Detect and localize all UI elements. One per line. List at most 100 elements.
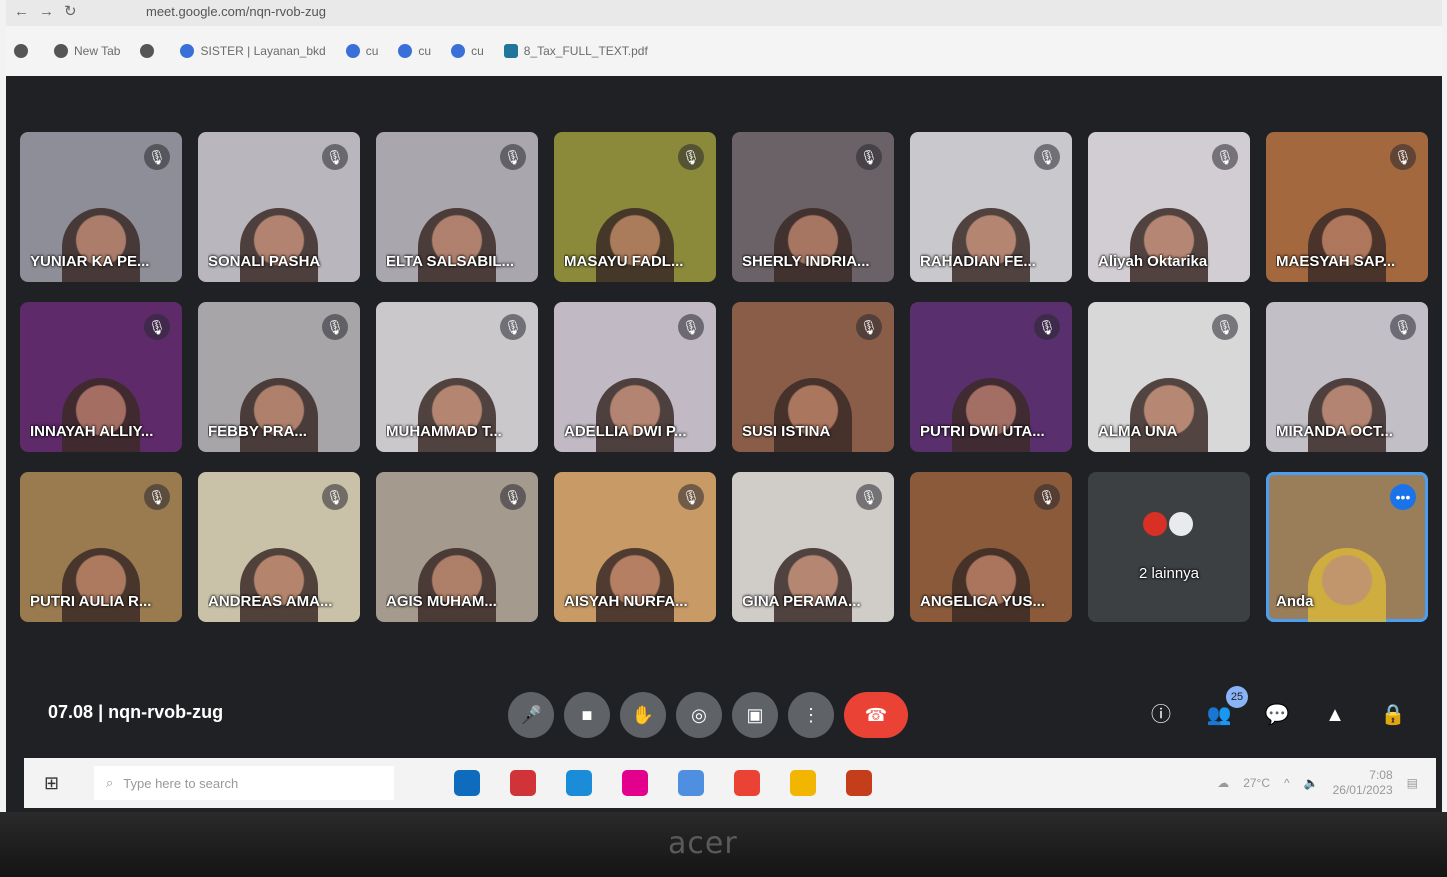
participant-tile[interactable]: 🎙 AGIS MUHAM... — [376, 472, 538, 622]
mic-off-icon: 🎙 — [500, 144, 526, 170]
participant-video — [774, 378, 852, 452]
end-call-button[interactable]: ☎ — [844, 692, 908, 738]
taskbar-app-icon[interactable] — [510, 770, 536, 796]
weather-icon[interactable]: ☁ — [1217, 776, 1229, 790]
taskbar-app-icon[interactable] — [678, 770, 704, 796]
participant-video — [952, 548, 1030, 622]
participant-video — [62, 208, 140, 282]
participant-tile[interactable]: 🎙 GINA PERAMA... — [732, 472, 894, 622]
taskbar-app-icon[interactable] — [566, 770, 592, 796]
microphone-button[interactable]: 🎤 — [508, 692, 554, 738]
more-participants-tile[interactable]: 2 lainnya — [1088, 472, 1250, 622]
participant-tile[interactable]: 🎙 Aliyah Oktarika — [1088, 132, 1250, 282]
participant-name: YUNIAR KA PE... — [30, 253, 150, 270]
bookmark-item[interactable]: cu — [398, 44, 431, 58]
taskbar-app-icon[interactable] — [790, 770, 816, 796]
participant-tile[interactable]: 🎙 SHERLY INDRIA... — [732, 132, 894, 282]
bookmark-item[interactable] — [140, 44, 160, 58]
camera-button[interactable]: ■ — [564, 692, 610, 738]
self-name: Anda — [1276, 593, 1314, 610]
participant-tile[interactable]: 🎙 MIRANDA OCT... — [1266, 302, 1428, 452]
mic-off-icon: 🎙 — [322, 144, 348, 170]
participant-tile[interactable]: 🎙 ELTA SALSABIL... — [376, 132, 538, 282]
participant-name: ELTA SALSABIL... — [386, 253, 515, 270]
notification-icon[interactable]: ▤ — [1407, 776, 1418, 790]
present-button[interactable]: ▣ — [732, 692, 778, 738]
bookmark-item[interactable]: cu — [345, 44, 378, 58]
participant-grid: 🎙 YUNIAR KA PE... 🎙 SONALI PASHA 🎙 ELTA SALSA… — [20, 132, 1436, 622]
info-button[interactable]: ⓘ — [1146, 700, 1176, 730]
mic-off-icon: 🎙 — [856, 144, 882, 170]
participant-name: ANDREAS AMA... — [208, 593, 333, 610]
participant-tile[interactable]: 🎙 AISYAH NURFA... — [554, 472, 716, 622]
bookmark-item[interactable] — [14, 44, 34, 58]
meeting-time: 07.08 — [48, 702, 94, 722]
participant-tile[interactable]: 🎙 ALMA UNA — [1088, 302, 1250, 452]
present-icon: ▣ — [746, 705, 764, 725]
raise-hand-icon: ✋ — [631, 705, 655, 725]
people-button[interactable]: 👥 25 — [1204, 686, 1248, 730]
mic-off-icon: 🎙 — [678, 314, 704, 340]
system-tray: ☁ 27°C ^ 🔈 7:08 26/01/2023 ▤ — [1217, 768, 1418, 798]
participant-video — [774, 208, 852, 282]
mic-off-icon: 🎙 — [144, 484, 170, 510]
mic-off-icon: 🎙 — [678, 484, 704, 510]
more-options-button[interactable]: ⋮ — [788, 692, 834, 738]
chevron-up-icon[interactable]: ^ — [1284, 776, 1290, 790]
participant-tile[interactable]: 🎙 MUHAMMAD T... — [376, 302, 538, 452]
url-text[interactable]: meet.google.com/nqn-rvob-zug — [146, 4, 326, 19]
participant-video — [596, 378, 674, 452]
participant-tile[interactable]: 🎙 ANGELICA YUS... — [910, 472, 1072, 622]
meeting-code: nqn-rvob-zug — [108, 702, 224, 722]
taskbar-clock[interactable]: 7:08 26/01/2023 — [1333, 768, 1393, 798]
participant-video — [774, 548, 852, 622]
self-view-tile[interactable]: ••• Anda — [1266, 472, 1428, 622]
taskbar-app-icon[interactable] — [454, 770, 480, 796]
taskbar-app-icon[interactable] — [622, 770, 648, 796]
weather-temp[interactable]: 27°C — [1243, 776, 1270, 790]
bookmark-item[interactable]: cu — [451, 44, 484, 58]
participant-tile[interactable]: 🎙 ADELLIA DWI P... — [554, 302, 716, 452]
address-bar[interactable]: ←→↻ meet.google.com/nqn-rvob-zug — [6, 0, 1442, 26]
taskbar-search-box[interactable]: ⌕ Type here to search — [94, 766, 394, 800]
mic-off-icon: 🎙 — [500, 484, 526, 510]
mic-off-icon: 🎙 — [1212, 144, 1238, 170]
volume-icon[interactable]: 🔈 — [1304, 776, 1319, 790]
participant-tile[interactable]: 🎙 MAESYAH SAP... — [1266, 132, 1428, 282]
participant-tile[interactable]: 🎙 FEBBY PRA... — [198, 302, 360, 452]
taskbar-app-icon[interactable] — [734, 770, 760, 796]
taskbar-search-placeholder: Type here to search — [123, 775, 239, 791]
taskbar-app-icon[interactable] — [846, 770, 872, 796]
mic-off-icon: 🎙 — [1034, 144, 1060, 170]
participant-name: Aliyah Oktarika — [1098, 253, 1208, 270]
info-icon: ⓘ — [1151, 704, 1171, 726]
captions-button[interactable]: ◎ — [676, 692, 722, 738]
globe-icon — [451, 44, 466, 58]
participant-name: GINA PERAMA... — [742, 593, 861, 610]
participant-name: MAESYAH SAP... — [1276, 253, 1396, 270]
participant-name: PUTRI DWI UTA... — [920, 423, 1045, 440]
participant-tile[interactable]: 🎙 PUTRI AULIA R... — [20, 472, 182, 622]
participant-tile[interactable]: 🎙 ANDREAS AMA... — [198, 472, 360, 622]
globe-icon — [14, 44, 28, 58]
windows-start-icon[interactable]: ⊞ — [44, 773, 74, 794]
participant-tile[interactable]: 🎙 INNAYAH ALLIY... — [20, 302, 182, 452]
participant-name: MIRANDA OCT... — [1276, 423, 1393, 440]
participant-tile[interactable]: 🎙 PUTRI DWI UTA... — [910, 302, 1072, 452]
mic-off-icon: 🎙 — [1034, 314, 1060, 340]
raise-hand-button[interactable]: ✋ — [620, 692, 666, 738]
participant-name: ALMA UNA — [1098, 423, 1178, 440]
browser-nav-icons[interactable]: ←→↻ — [14, 2, 87, 20]
participant-tile[interactable]: 🎙 YUNIAR KA PE... — [20, 132, 182, 282]
participant-tile[interactable]: 🎙 MASAYU FADL... — [554, 132, 716, 282]
participant-tile[interactable]: 🎙 SONALI PASHA — [198, 132, 360, 282]
participant-name: ADELLIA DWI P... — [564, 423, 687, 440]
activities-button[interactable]: ▲ — [1320, 700, 1350, 730]
bookmark-item[interactable]: New Tab — [54, 44, 120, 58]
participant-tile[interactable]: 🎙 RAHADIAN FE... — [910, 132, 1072, 282]
bookmark-item[interactable]: 8_Tax_FULL_TEXT.pdf — [503, 44, 648, 58]
bookmark-item[interactable]: SISTER | Layanan_bkd — [180, 44, 326, 58]
host-controls-button[interactable]: 🔒 — [1378, 700, 1408, 730]
chat-button[interactable]: 💬 — [1262, 700, 1292, 730]
participant-tile[interactable]: 🎙 SUSI ISTINA — [732, 302, 894, 452]
